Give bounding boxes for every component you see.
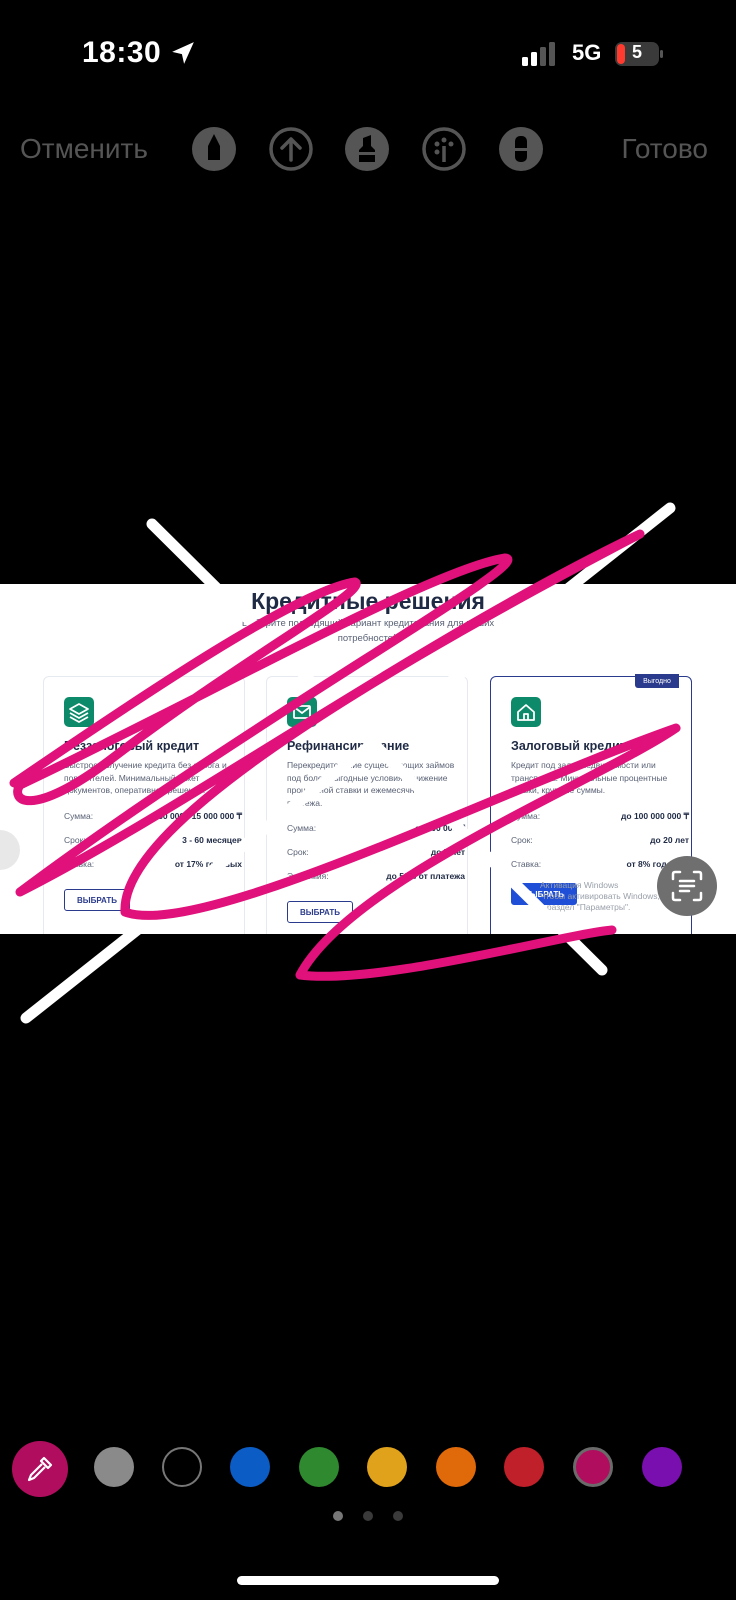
profit-badge: Выгодно bbox=[635, 674, 679, 688]
color-swatch[interactable] bbox=[642, 1447, 682, 1487]
done-button[interactable]: Готово bbox=[622, 133, 708, 165]
page-dot[interactable] bbox=[363, 1511, 373, 1521]
eraser-icon[interactable] bbox=[498, 126, 544, 172]
page-dot[interactable] bbox=[393, 1511, 403, 1521]
row-label: Срок: bbox=[511, 835, 533, 845]
highlighter-icon[interactable] bbox=[344, 126, 390, 172]
page-dot-active[interactable] bbox=[333, 1511, 343, 1521]
row-label: Срок: bbox=[287, 847, 309, 857]
card-row-term: Срок: до 20 лет bbox=[511, 835, 689, 845]
signal-icon bbox=[522, 42, 555, 66]
row-label: Сумма: bbox=[64, 811, 94, 821]
color-swatch[interactable] bbox=[573, 1447, 613, 1487]
arrow-up-icon[interactable] bbox=[268, 126, 314, 172]
credit-card-refinance: Рефинансирование Перекредитование сущест… bbox=[266, 676, 468, 934]
row-value: от 17% годовых bbox=[174, 859, 242, 869]
cancel-button[interactable]: Отменить bbox=[20, 133, 148, 165]
color-swatch[interactable] bbox=[436, 1447, 476, 1487]
row-label: Срок: bbox=[64, 835, 86, 845]
card-row-amount: Сумма: до 100 000 000 ₸ bbox=[511, 811, 689, 821]
screenshot-preview: Кредитные решения Выберите подходящий ва… bbox=[0, 584, 736, 934]
select-button: ВЫБРАТЬ bbox=[287, 901, 353, 923]
card-description: Перекредитование существующих займов под… bbox=[287, 760, 455, 808]
select-button: ВЫБРАТЬ bbox=[64, 889, 130, 911]
color-swatch[interactable] bbox=[230, 1447, 270, 1487]
page-title: Кредитные решения bbox=[251, 588, 485, 614]
row-value: до 50% от платежа bbox=[386, 871, 465, 881]
row-value: от 100 000 ₸ bbox=[415, 823, 465, 833]
card-row-term: Срок: 3 - 60 месяцев bbox=[64, 835, 242, 845]
mail-icon bbox=[287, 697, 317, 727]
location-arrow-icon bbox=[172, 42, 194, 64]
page-subtitle: Выберите подходящий вариант кредитования… bbox=[241, 618, 495, 644]
network-label: 5G bbox=[572, 40, 602, 65]
card-title: Беззалоговый кредит bbox=[64, 739, 200, 753]
home-icon bbox=[511, 697, 541, 727]
row-value: до 100 000 000 ₸ bbox=[621, 811, 689, 821]
card-row-rate: Ставка: от 17% годовых bbox=[64, 859, 242, 869]
layers-icon bbox=[64, 697, 94, 727]
row-label: Экономия: bbox=[287, 871, 329, 881]
row-value: до 7 лет bbox=[430, 847, 465, 857]
row-label: Ставка: bbox=[64, 859, 95, 869]
card-row-term: Срок: до 7 лет bbox=[287, 847, 465, 857]
battery-level: 5 bbox=[631, 42, 642, 62]
home-indicator bbox=[237, 1576, 499, 1585]
row-value: 50 000 - 15 000 000 ₸ bbox=[158, 811, 242, 821]
card-row-savings: Экономия: до 50% от платежа bbox=[287, 871, 465, 881]
color-swatch[interactable] bbox=[367, 1447, 407, 1487]
palette-icon[interactable] bbox=[421, 126, 467, 172]
card-title: Рефинансирование bbox=[287, 739, 410, 753]
card-row-amount: Сумма: от 100 000 ₸ bbox=[287, 823, 465, 833]
row-label: Сумма: bbox=[287, 823, 317, 833]
battery-icon: 5 bbox=[614, 41, 664, 67]
row-label: Ставка: bbox=[511, 859, 542, 869]
card-description: Кредит под залог недвижимости или трансп… bbox=[511, 760, 668, 795]
color-swatch[interactable] bbox=[504, 1447, 544, 1487]
row-value: до 20 лет bbox=[650, 835, 689, 845]
row-value: 3 - 60 месяцев bbox=[182, 835, 242, 845]
credit-card-unsecured: Беззалоговый кредит Быстрое получение кр… bbox=[43, 676, 245, 934]
eyedropper-icon bbox=[27, 1456, 53, 1482]
row-label: Сумма: bbox=[511, 811, 541, 821]
status-time: 18:30 bbox=[82, 36, 162, 69]
color-swatch[interactable] bbox=[94, 1447, 134, 1487]
color-swatch[interactable] bbox=[299, 1447, 339, 1487]
pen-icon[interactable] bbox=[191, 126, 237, 172]
card-description: Быстрое получение кредита без залога и п… bbox=[64, 760, 227, 795]
selected-color-pen[interactable] bbox=[12, 1441, 68, 1497]
card-title: Залоговый кредит bbox=[511, 739, 626, 753]
live-text-icon bbox=[671, 870, 703, 902]
card-row-amount: Сумма: 50 000 - 15 000 000 ₸ bbox=[64, 811, 242, 821]
color-swatch[interactable] bbox=[162, 1447, 202, 1487]
live-text-button[interactable] bbox=[657, 856, 717, 916]
